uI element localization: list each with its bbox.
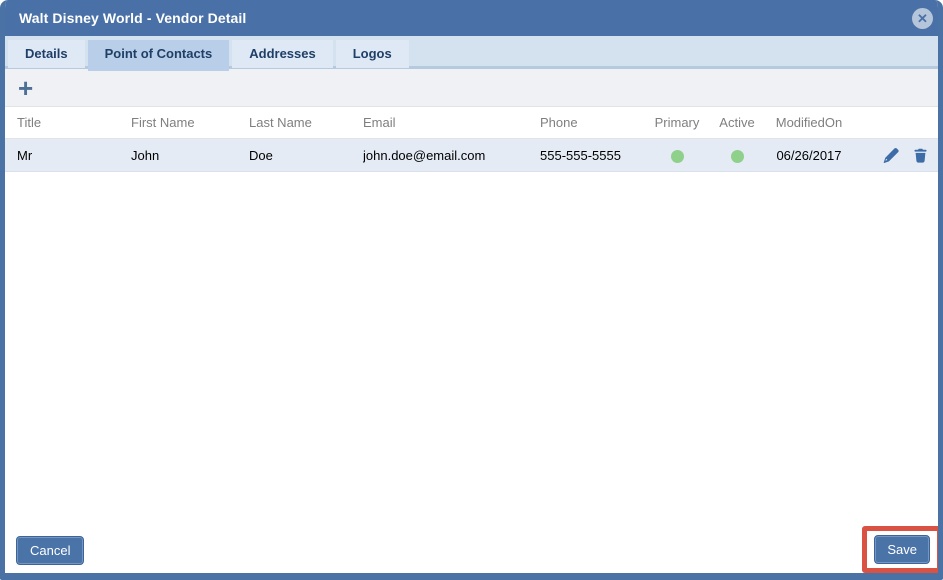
save-button[interactable]: Save <box>874 535 930 564</box>
edit-pencil-icon[interactable] <box>882 147 899 164</box>
cell-first-name: John <box>131 147 160 163</box>
dialog-titlebar: Walt Disney World - Vendor Detail ✕ <box>5 0 938 36</box>
cancel-button[interactable]: Cancel <box>16 536 85 565</box>
cell-last-name: Doe <box>249 147 273 163</box>
column-header-primary[interactable]: Primary <box>645 115 709 130</box>
primary-status-dot <box>670 149 684 163</box>
grid-header-row: Title First Name Last Name Email Phone P… <box>5 107 938 139</box>
column-header-modified-on[interactable]: ModifiedOn <box>765 115 853 130</box>
vendor-detail-dialog: Walt Disney World - Vendor Detail ✕ Deta… <box>0 0 943 580</box>
tab-details[interactable]: Details <box>8 40 85 68</box>
cell-actions <box>853 147 938 164</box>
column-header-first-name[interactable]: First Name <box>131 115 249 130</box>
column-header-phone[interactable]: Phone <box>540 115 645 130</box>
cell-email: john.doe@email.com <box>363 147 486 163</box>
active-status-dot <box>730 149 744 163</box>
close-icon[interactable]: ✕ <box>912 8 933 29</box>
cell-phone: 555-555-5555 <box>540 147 621 163</box>
delete-trash-icon[interactable] <box>912 147 929 164</box>
cell-modified-on: 06/26/2017 <box>776 147 842 163</box>
cell-title: Mr <box>17 147 33 163</box>
tab-point-of-contacts[interactable]: Point of Contacts <box>87 40 230 71</box>
tab-logos[interactable]: Logos <box>335 40 409 68</box>
dialog-title: Walt Disney World - Vendor Detail <box>19 10 247 26</box>
tab-addresses[interactable]: Addresses <box>232 40 333 68</box>
contact-row[interactable]: Mr John Doe john.doe@email.com 555-555-5… <box>5 139 938 172</box>
tabstrip: Details Point of Contacts Addresses Logo… <box>5 36 938 71</box>
save-highlight-annotation: Save <box>862 526 938 573</box>
column-header-title[interactable]: Title <box>5 115 131 130</box>
column-header-active[interactable]: Active <box>709 115 765 130</box>
grid-empty-area <box>5 172 938 528</box>
cell-active <box>709 147 765 163</box>
cell-primary <box>645 147 709 163</box>
grid-toolbar: + <box>5 69 938 107</box>
add-contact-icon[interactable]: + <box>18 75 33 101</box>
column-header-last-name[interactable]: Last Name <box>249 115 363 130</box>
column-header-email[interactable]: Email <box>363 115 540 130</box>
